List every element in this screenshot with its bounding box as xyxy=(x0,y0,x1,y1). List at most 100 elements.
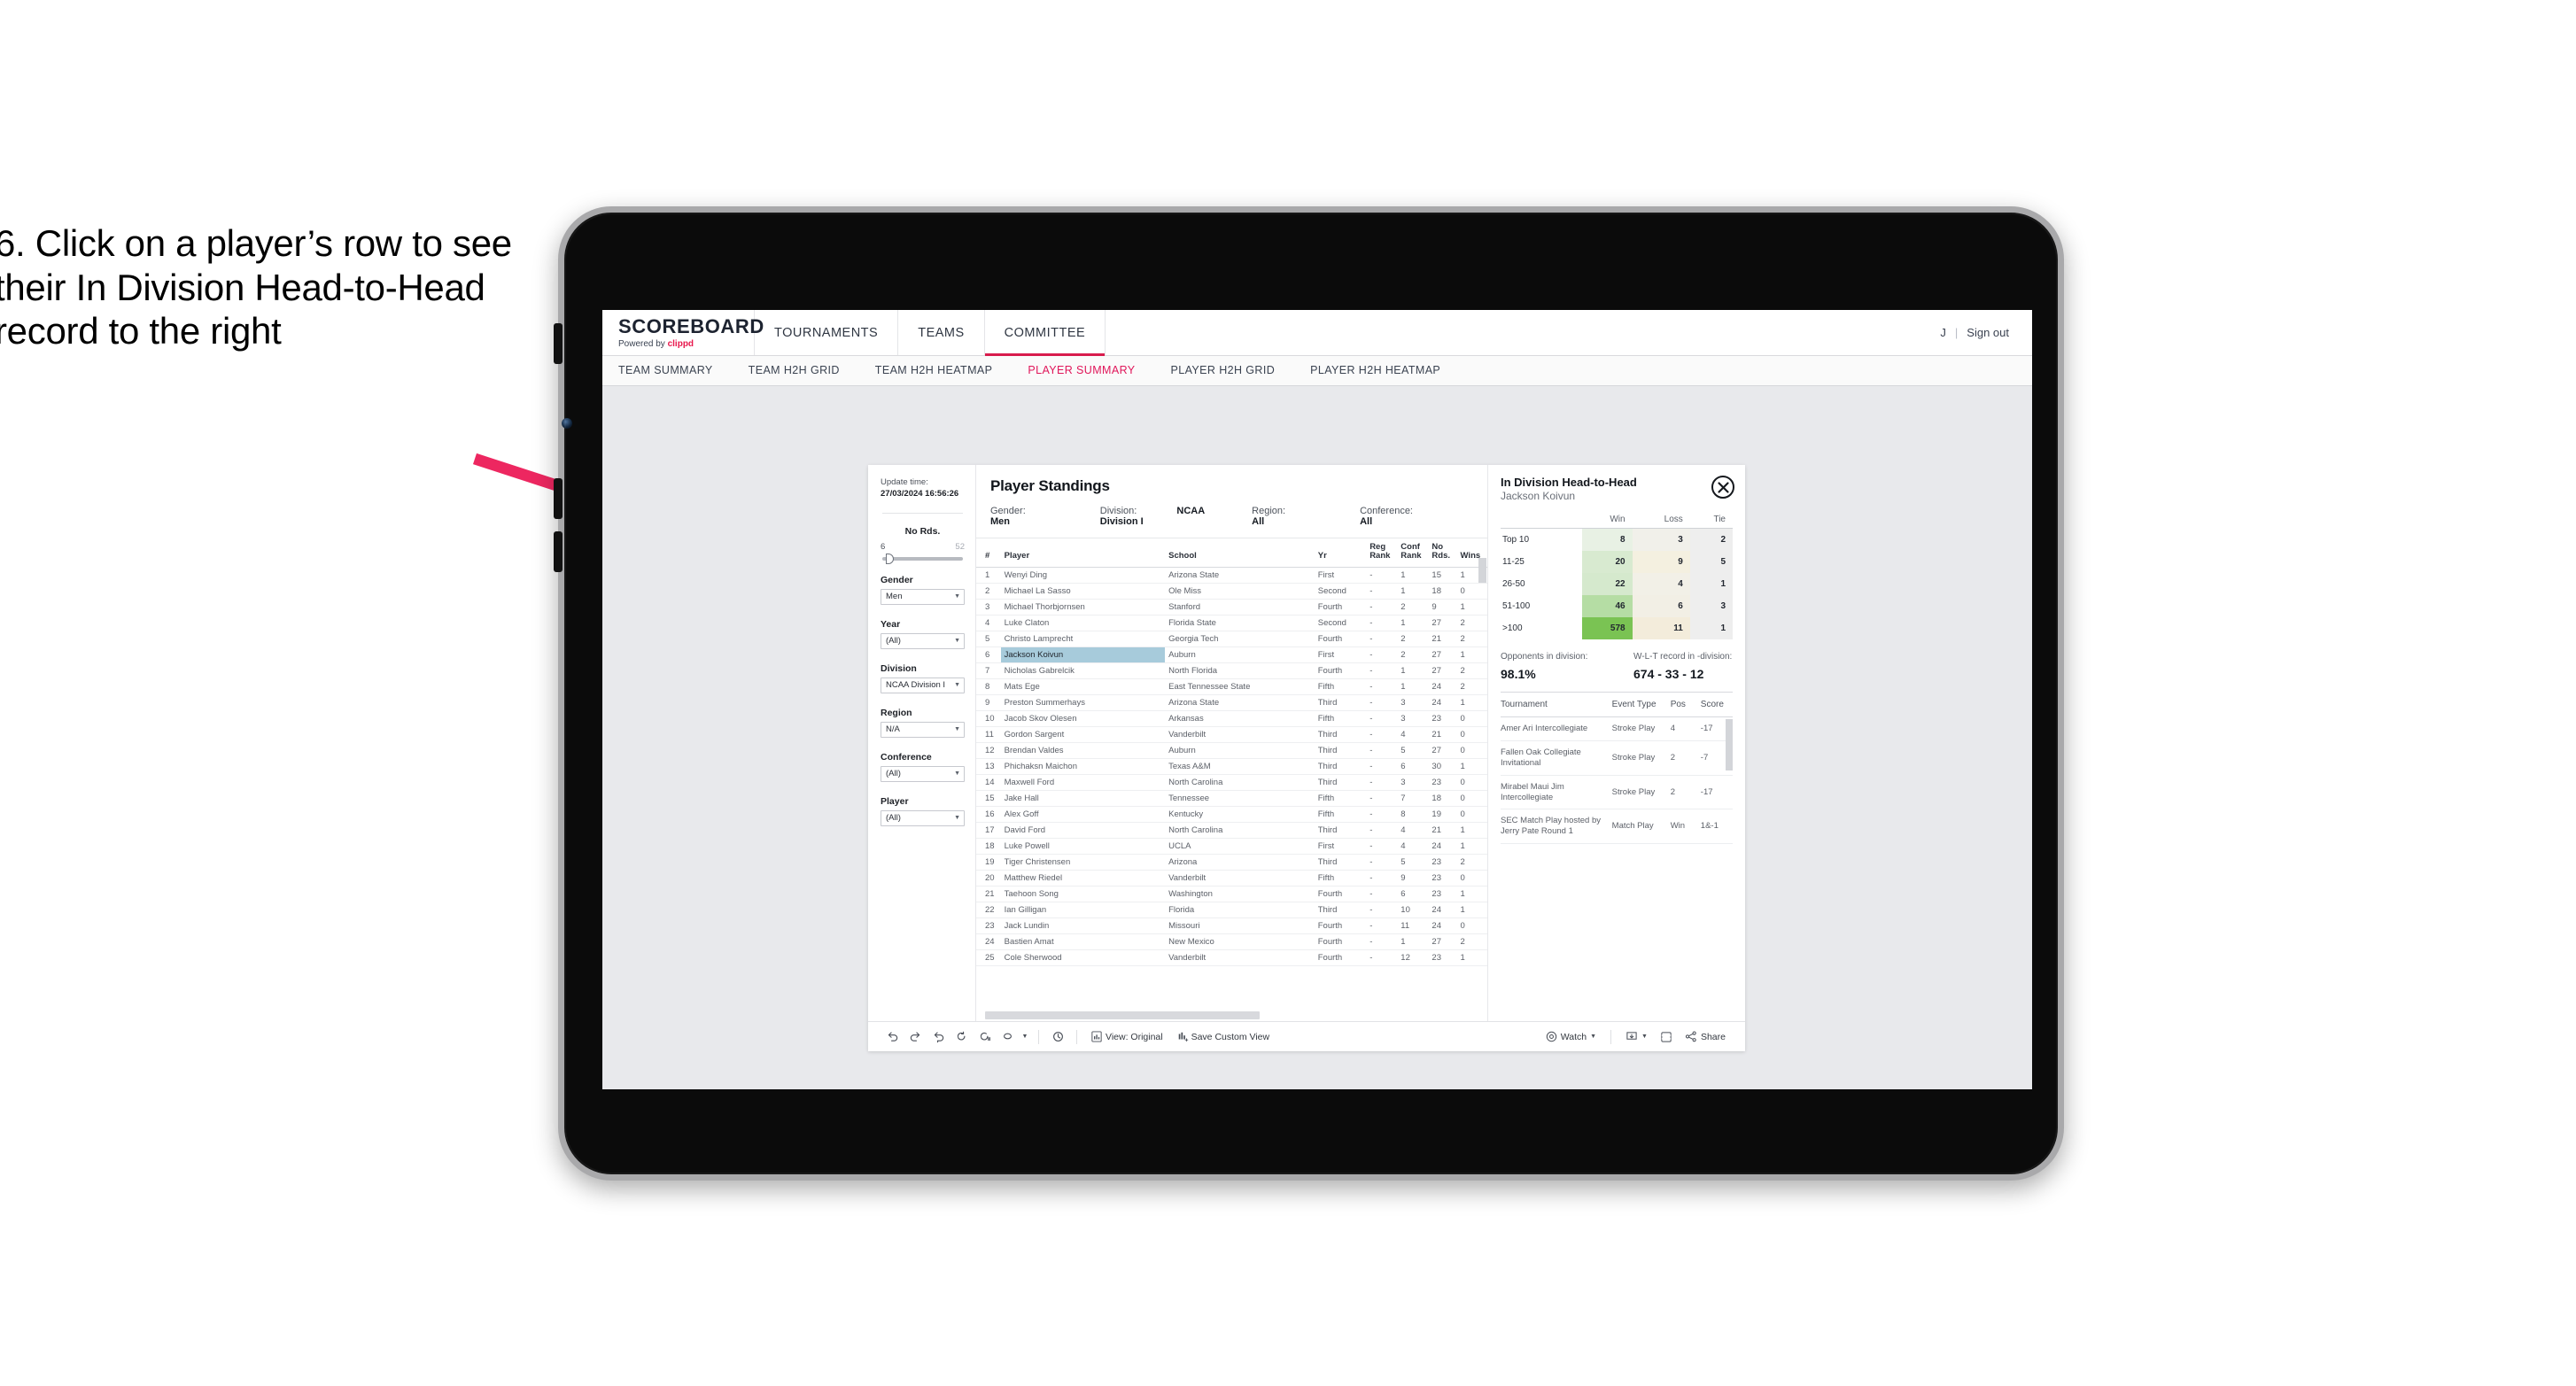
standings-table-scroll[interactable]: # Player School Yr Reg Rank Conf Rank No Rd… xyxy=(976,538,1487,1021)
highlight-icon[interactable] xyxy=(996,1027,1019,1047)
table-row[interactable]: 24 Bastien Amat New Mexico Fourth -1 27 2 xyxy=(976,933,1487,950)
table-row[interactable]: 12 Brendan Valdes Auburn Third -5 27 0 xyxy=(976,742,1487,759)
player-school: Tennessee xyxy=(1165,790,1315,807)
filter-region-select[interactable]: N/A ▼ xyxy=(881,721,965,738)
nav-item-teams[interactable]: TEAMS xyxy=(898,310,985,355)
filter-conference-select[interactable]: (All) ▼ xyxy=(881,765,965,782)
col-reg-rank[interactable]: Reg Rank xyxy=(1366,538,1398,568)
refresh-icon[interactable] xyxy=(950,1027,973,1047)
col-player[interactable]: Player xyxy=(1000,538,1166,568)
fullscreen-icon[interactable] xyxy=(1655,1027,1678,1047)
tab-player-h2h-grid[interactable]: PLAYER H2H GRID xyxy=(1153,356,1293,385)
tab-player-h2h-heatmap[interactable]: PLAYER H2H HEATMAP xyxy=(1292,356,1458,385)
player-rank: 17 xyxy=(976,822,1001,839)
player-wins: 0 xyxy=(1456,726,1487,743)
h2h-row: 26-50 22 4 1 xyxy=(1501,573,1733,595)
brand-logo[interactable]: SCOREBOARD Powered by clippd xyxy=(602,310,764,355)
table-row[interactable]: 11 Gordon Sargent Vanderbilt Third -4 21 0 xyxy=(976,726,1487,743)
filter-region: Region N/A ▼ xyxy=(881,708,965,738)
table-row[interactable]: 10 Jacob Skov Olesen Arkansas Fifth -3 23 0 xyxy=(976,710,1487,727)
clock-icon[interactable] xyxy=(1046,1027,1069,1047)
table-row[interactable]: 7 Nicholas Gabrelcik North Florida Fourth -1… xyxy=(976,662,1487,679)
filter-player-select[interactable]: (All) ▼ xyxy=(881,809,965,826)
filter-player-label: Player xyxy=(881,795,909,807)
table-row[interactable]: 20 Matthew Riedel Vanderbilt Fifth -9 23 0 xyxy=(976,870,1487,887)
table-row[interactable]: 23 Jack Lundin Missouri Fourth -11 24 0 xyxy=(976,918,1487,934)
tournament-row[interactable]: SEC Match Play hosted by Jerry Pate Roun… xyxy=(1501,809,1733,845)
player-school: Ole Miss xyxy=(1165,583,1315,600)
table-row[interactable]: 16 Alex Goff Kentucky Fifth -8 19 0 xyxy=(976,806,1487,823)
filter-division-select[interactable]: NCAA Division I ▼ xyxy=(881,677,965,693)
device-button-bottom[interactable] xyxy=(554,531,563,572)
table-row[interactable]: 19 Tiger Christensen Arizona Third -5 23 2 xyxy=(976,854,1487,871)
chevron-down-icon: ▼ xyxy=(954,726,960,733)
h2h-loss-cell: 9 xyxy=(1632,551,1690,573)
table-row[interactable]: 5 Christo Lamprecht Georgia Tech Fourth -2 21… xyxy=(976,631,1487,647)
nav-item-tournaments[interactable]: TOURNAMENTS xyxy=(755,310,899,355)
table-row[interactable]: 6 Jackson Koivun Auburn First -2 27 1 xyxy=(976,647,1487,663)
nav-item-committee[interactable]: COMMITTEE xyxy=(984,310,1106,356)
filter-gender-select[interactable]: Men ▼ xyxy=(881,588,965,605)
table-row[interactable]: 15 Jake Hall Tennessee Fifth -7 18 0 xyxy=(976,790,1487,807)
h2h-band-label: 26-50 xyxy=(1501,573,1583,595)
tournament-row[interactable]: Fallen Oak Collegiate Invitational Stroke… xyxy=(1501,740,1733,776)
table-row[interactable]: 3 Michael Thorbjornsen Stanford Fourth -2 9 1 xyxy=(976,599,1487,616)
table-row[interactable]: 4 Luke Claton Florida State Second -1 27 2 xyxy=(976,615,1487,631)
slider-handle[interactable] xyxy=(886,553,894,564)
player-name: Jacob Skov Olesen xyxy=(1000,710,1166,727)
filter-conference-value: (All) xyxy=(886,769,901,779)
table-row[interactable]: 14 Maxwell Ford North Carolina Third -3 23 0 xyxy=(976,774,1487,791)
table-row[interactable]: 17 David Ford North Carolina Third -4 21 1 xyxy=(976,822,1487,839)
table-row[interactable]: 22 Ian Gilligan Florida Third -10 24 1 xyxy=(976,902,1487,918)
standings-vertical-scrollbar[interactable] xyxy=(1478,558,1486,583)
col-rank[interactable]: # xyxy=(976,538,1001,568)
device-button-top[interactable] xyxy=(554,323,563,364)
table-row[interactable]: 9 Preston Summerhays Arizona State Third -3 2… xyxy=(976,694,1487,711)
sign-out-link[interactable]: Sign out xyxy=(1967,326,2009,339)
table-row[interactable]: 25 Cole Sherwood Vanderbilt Fourth -12 23 1 xyxy=(976,949,1487,966)
tab-team-summary[interactable]: TEAM SUMMARY xyxy=(618,356,731,385)
watch-button[interactable]: Watch ▼ xyxy=(1539,1031,1603,1042)
table-row[interactable]: 2 Michael La Sasso Ole Miss Second -1 18 0 xyxy=(976,583,1487,600)
download-button[interactable]: ▼ xyxy=(1618,1031,1655,1042)
table-row[interactable]: 13 Phichaksn Maichon Texas A&M Third -6 30 1 xyxy=(976,758,1487,775)
tournament-scrollbar[interactable] xyxy=(1726,719,1733,770)
slider-track[interactable] xyxy=(882,553,963,564)
undo-icon[interactable] xyxy=(881,1027,904,1047)
col-yr[interactable]: Yr xyxy=(1314,538,1367,568)
col-no-rds[interactable]: No Rds. xyxy=(1428,538,1457,568)
close-icon[interactable] xyxy=(1711,476,1734,499)
chevron-down-icon[interactable]: ▼ xyxy=(1019,1027,1031,1047)
player-no-rds: 27 xyxy=(1428,742,1457,759)
h2h-tie-cell: 5 xyxy=(1689,551,1733,573)
table-row[interactable]: 18 Luke Powell UCLA First -4 24 1 xyxy=(976,838,1487,855)
player-wins: 0 xyxy=(1456,870,1487,887)
pause-icon[interactable] xyxy=(973,1027,996,1047)
filter-rail: Update time: 27/03/2024 16:56:26 No Rds.… xyxy=(868,465,976,1021)
tournament-row[interactable]: Mirabel Maui Jim Intercollegiate Stroke P… xyxy=(1501,775,1733,810)
tournament-name: Fallen Oak Collegiate Invitational xyxy=(1501,740,1612,776)
player-reg-rank: - xyxy=(1366,806,1398,823)
tournament-list-scroll[interactable]: Tournament Event Type Pos Score Amer Ari… xyxy=(1501,692,1733,1021)
standings-horizontal-scrollbar[interactable] xyxy=(985,1011,1260,1019)
revert-icon[interactable] xyxy=(927,1027,950,1047)
filter-year-select[interactable]: (All) ▼ xyxy=(881,632,965,649)
col-school[interactable]: School xyxy=(1165,538,1315,568)
tab-team-h2h-grid[interactable]: TEAM H2H GRID xyxy=(731,356,857,385)
device-button-middle[interactable] xyxy=(554,478,563,519)
table-row[interactable]: 1 Wenyi Ding Arizona State First -1 15 1 xyxy=(976,567,1487,584)
no-rounds-slider[interactable]: No Rds. 6 52 xyxy=(881,526,965,564)
share-button[interactable]: Share xyxy=(1678,1031,1733,1042)
redo-icon[interactable] xyxy=(904,1027,927,1047)
view-original-button[interactable]: View: Original xyxy=(1084,1031,1170,1042)
save-custom-view-button[interactable]: Save Custom View xyxy=(1170,1031,1277,1042)
tab-team-h2h-heatmap[interactable]: TEAM H2H HEATMAP xyxy=(857,356,1011,385)
tab-player-summary[interactable]: PLAYER SUMMARY xyxy=(1010,356,1152,385)
table-row[interactable]: 8 Mats Ege East Tennessee State Fifth -1 24 2 xyxy=(976,678,1487,695)
player-year: Fifth xyxy=(1314,806,1367,823)
tournament-row[interactable]: Amer Ari Intercollegiate Stroke Play 4 -17 xyxy=(1501,716,1733,741)
chevron-down-icon: ▼ xyxy=(1590,1034,1597,1040)
table-row[interactable]: 21 Taehoon Song Washington Fourth -6 23 1 xyxy=(976,886,1487,902)
tournament-pos: 2 xyxy=(1670,740,1701,776)
col-conf-rank[interactable]: Conf Rank xyxy=(1397,538,1429,568)
